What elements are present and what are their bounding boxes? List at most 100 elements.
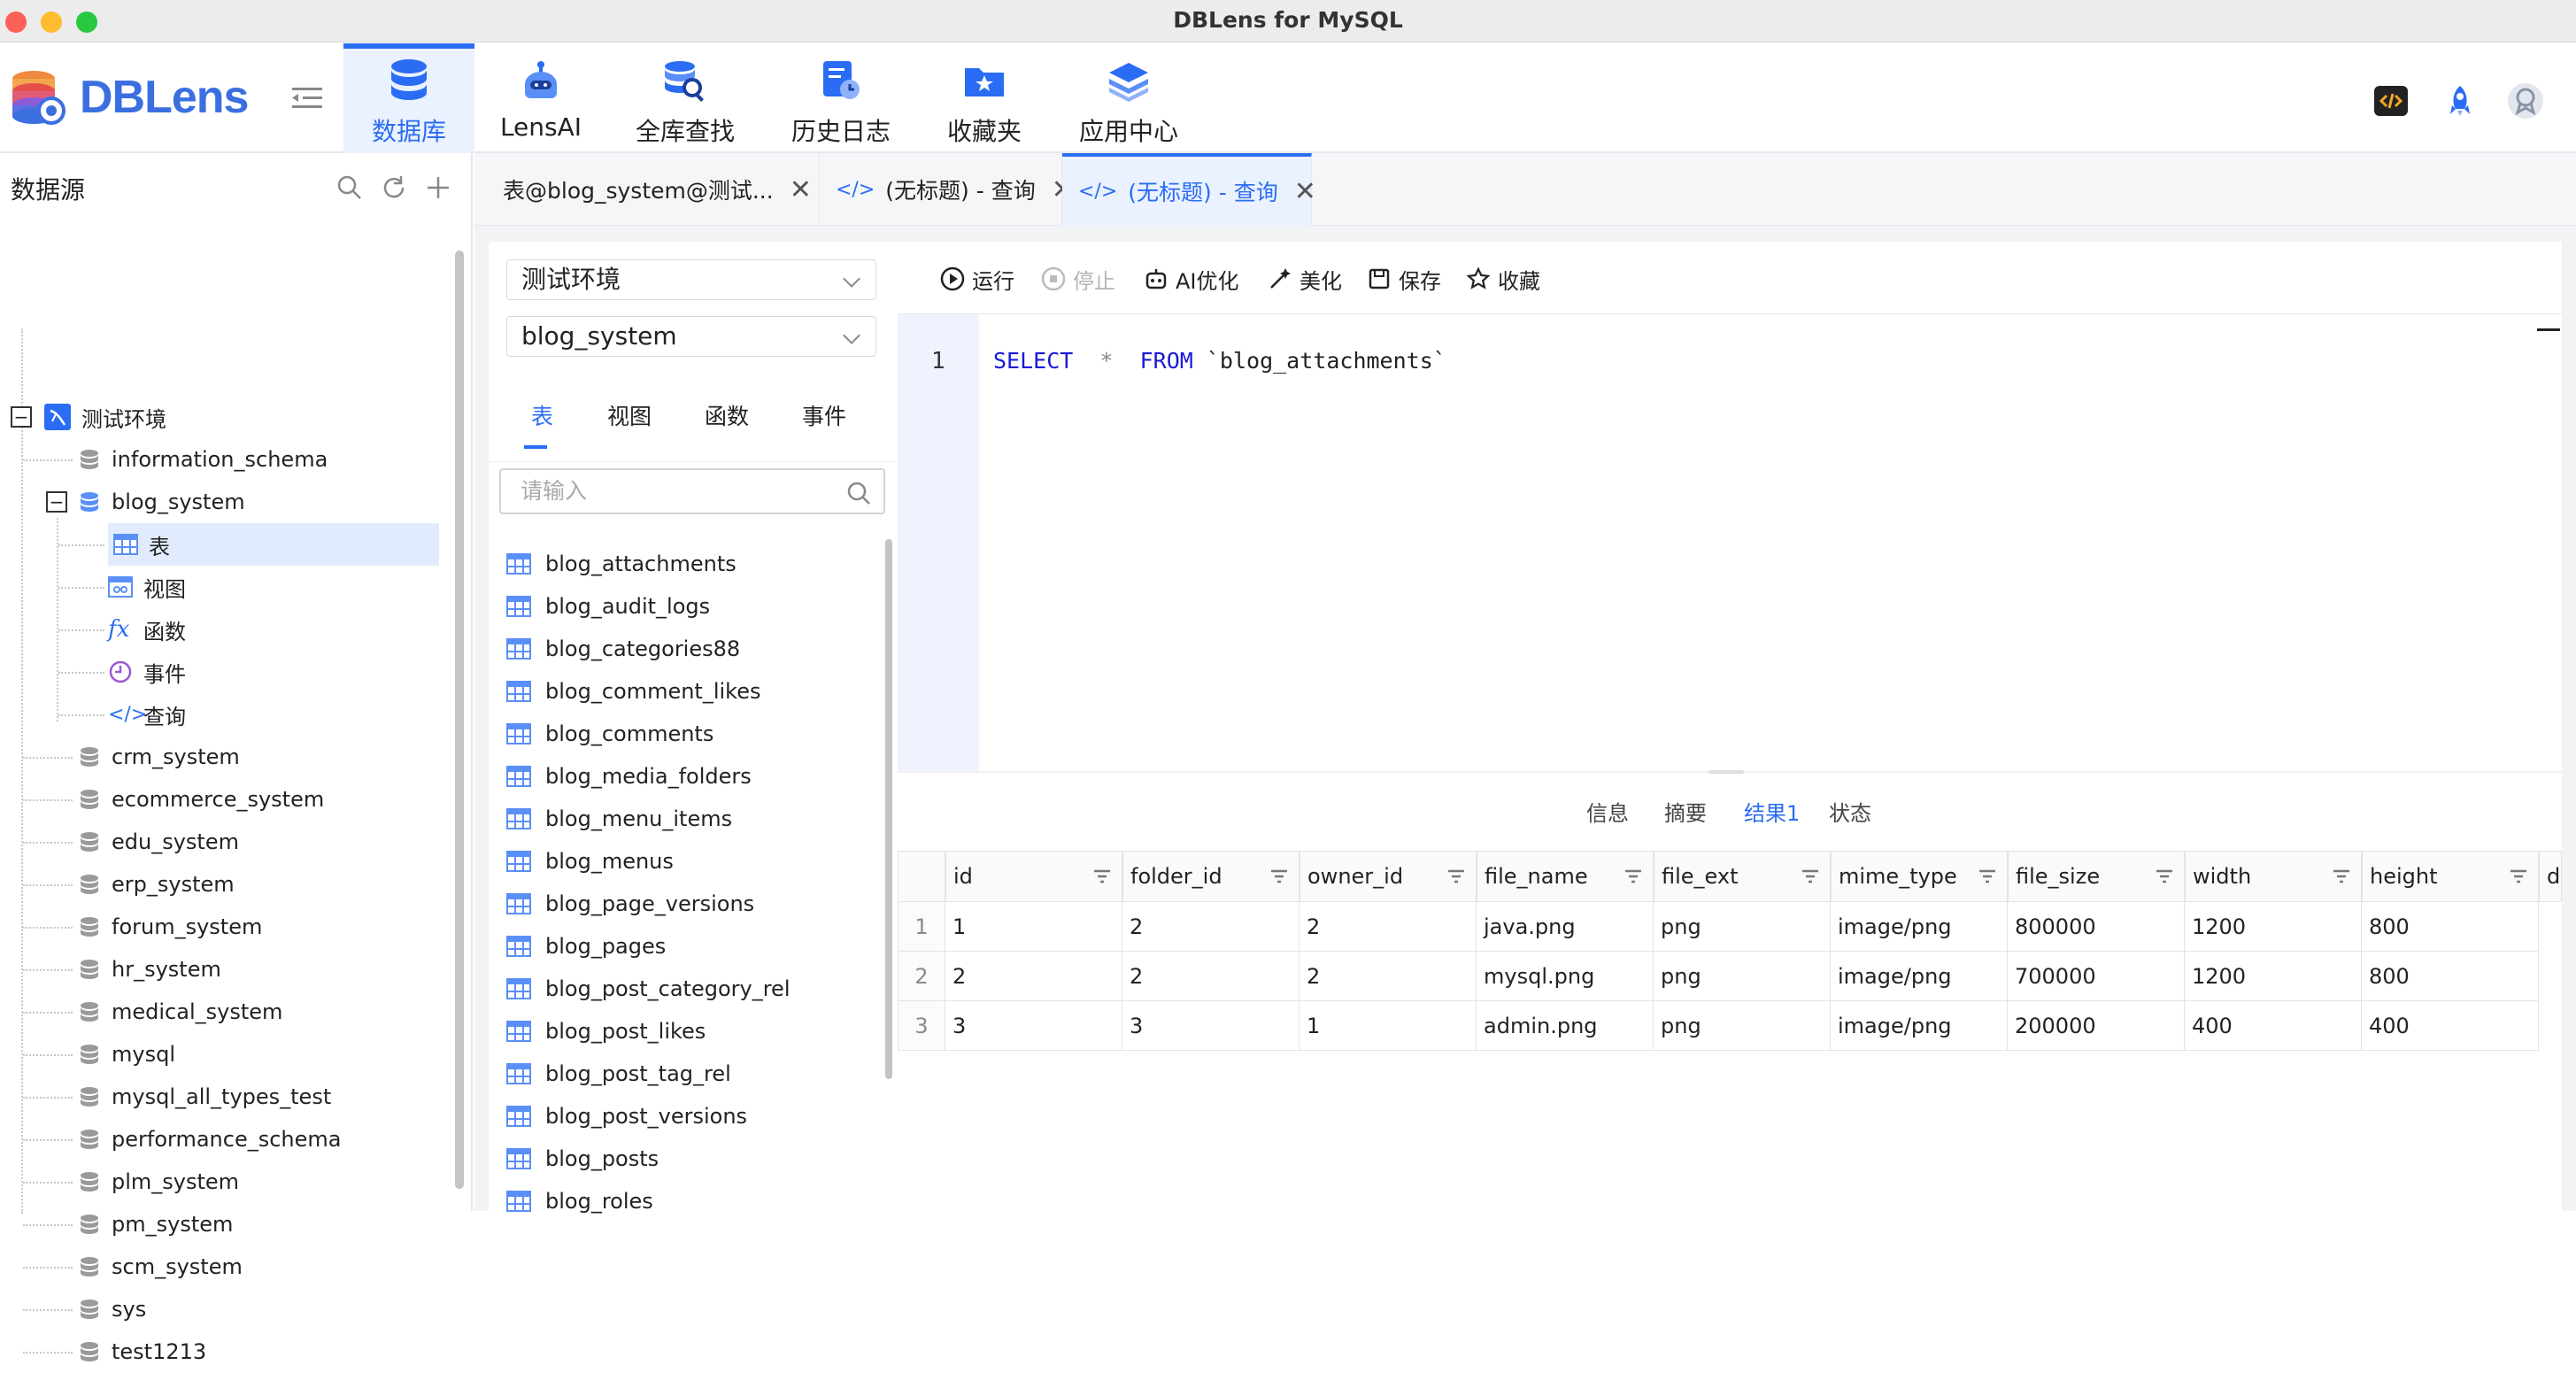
tree-node-database[interactable]: erp_system xyxy=(78,863,235,906)
close-tab-icon[interactable]: ✕ xyxy=(790,174,812,205)
grid-cell[interactable]: 800 xyxy=(2362,902,2539,952)
column-header[interactable]: height xyxy=(2362,851,2539,902)
tree-node-queries[interactable]: </> 查询 xyxy=(108,693,186,736)
tree-node-database-blog-system[interactable]: − blog_system xyxy=(46,481,245,523)
object-tab-functions[interactable]: 函数 xyxy=(705,399,749,431)
tree-node-database[interactable]: sys xyxy=(78,1288,146,1331)
grid-cell[interactable]: image/png xyxy=(1831,952,2008,1001)
table-list-item[interactable]: blog_post_versions xyxy=(506,1095,747,1138)
tree-node-database[interactable]: medical_system xyxy=(78,991,282,1033)
filter-icon[interactable] xyxy=(2154,866,2175,887)
table-list-item[interactable]: blog_page_versions xyxy=(506,883,754,925)
database-select[interactable]: blog_system xyxy=(506,316,876,357)
tree-node-database[interactable]: ecommerce_system xyxy=(78,778,324,821)
column-header[interactable]: file_ext xyxy=(1654,851,1831,902)
grid-cell[interactable]: 2 xyxy=(945,952,1122,1001)
grid-cell[interactable]: 3 xyxy=(1122,1001,1300,1051)
sidebar-scrollbar[interactable] xyxy=(455,251,464,1189)
filter-icon[interactable] xyxy=(1800,866,1821,887)
grid-cell[interactable]: admin.png xyxy=(1477,1001,1654,1051)
tab-untitled-query-2[interactable]: </> (无标题) - 查询 ✕ xyxy=(1062,153,1316,226)
table-list-item[interactable]: blog_attachments xyxy=(506,543,737,585)
table-list-item[interactable]: blog_media_folders xyxy=(506,755,752,798)
grid-cell[interactable]: 1200 xyxy=(2185,902,2362,952)
filter-icon[interactable] xyxy=(2331,866,2352,887)
tree-node-database[interactable]: forum_system xyxy=(78,906,262,948)
grid-cell[interactable]: png xyxy=(1654,952,1831,1001)
collapse-icon[interactable]: − xyxy=(46,491,67,513)
filter-icon[interactable] xyxy=(1446,866,1467,887)
splitter-handle[interactable] xyxy=(1708,770,1744,774)
table-list-item[interactable]: blog_categories88 xyxy=(506,628,740,670)
table-list-scrollbar[interactable] xyxy=(885,539,892,1079)
table-list-item[interactable]: blog_roles xyxy=(506,1180,653,1223)
result-tab-result1[interactable]: 结果1 xyxy=(1744,796,1800,827)
grid-cell[interactable]: 1 xyxy=(945,902,1122,952)
result-tab-summary[interactable]: 摘要 xyxy=(1664,796,1707,827)
environment-select[interactable]: 测试环境 xyxy=(506,259,876,300)
result-tab-info[interactable]: 信息 xyxy=(1586,796,1629,827)
sql-code-editor[interactable]: SELECT * FROM `blog_attachments` xyxy=(993,348,1446,374)
column-header[interactable]: owner_id xyxy=(1300,851,1477,902)
filter-icon[interactable] xyxy=(2508,866,2529,887)
object-tab-tables[interactable]: 表 xyxy=(531,399,553,431)
result-tab-status[interactable]: 状态 xyxy=(1829,796,1871,827)
rocket-icon[interactable] xyxy=(2445,84,2475,118)
collapse-icon[interactable]: − xyxy=(11,406,32,428)
tree-node-functions[interactable]: fx 函数 xyxy=(108,608,186,651)
tree-node-events[interactable]: 事件 xyxy=(108,651,186,693)
nav-history-log[interactable]: 历史日志 xyxy=(786,43,896,153)
tree-node-database[interactable]: edu_system xyxy=(78,821,239,863)
grid-cell[interactable]: 700000 xyxy=(2008,952,2185,1001)
table-list-item[interactable]: blog_menu_items xyxy=(506,798,732,840)
table-list-item[interactable]: blog_post_tag_rel xyxy=(506,1053,731,1095)
nav-lensai[interactable]: LensAI xyxy=(492,43,590,153)
column-header[interactable]: folder_id xyxy=(1122,851,1300,902)
grid-cell[interactable]: 400 xyxy=(2185,1001,2362,1051)
grid-cell[interactable]: 800000 xyxy=(2008,902,2185,952)
grid-cell[interactable]: 2 xyxy=(1300,952,1477,1001)
table-list-item[interactable]: blog_pages xyxy=(506,925,666,968)
grid-cell[interactable]: 800 xyxy=(2362,952,2539,1001)
table-list-item[interactable]: blog_menus xyxy=(506,840,674,883)
tree-node-database[interactable]: mysql_all_types_test xyxy=(78,1076,331,1118)
table-list-item[interactable]: blog_comment_likes xyxy=(506,670,761,713)
table-list-item[interactable]: blog_posts xyxy=(506,1138,659,1180)
filter-icon[interactable] xyxy=(1269,866,1290,887)
table-list-item[interactable]: blog_comments xyxy=(506,713,713,755)
nav-app-center[interactable]: 应用中心 xyxy=(1071,43,1186,153)
column-header[interactable]: file_size xyxy=(2008,851,2185,902)
object-tab-views[interactable]: 视图 xyxy=(607,399,652,431)
grid-cell[interactable]: 3 xyxy=(945,1001,1122,1051)
nav-global-search[interactable]: 全库查找 xyxy=(630,43,740,153)
grid-cell[interactable]: png xyxy=(1654,902,1831,952)
tree-node-database[interactable]: performance_schema xyxy=(78,1118,341,1161)
grid-cell[interactable]: 2 xyxy=(1300,902,1477,952)
filter-icon[interactable] xyxy=(1623,866,1644,887)
favorite-button[interactable]: 收藏 xyxy=(1466,263,1540,295)
grid-cell[interactable]: image/png xyxy=(1831,902,2008,952)
grid-cell[interactable]: 2 xyxy=(1122,902,1300,952)
close-tab-icon[interactable]: ✕ xyxy=(1294,176,1316,207)
column-header[interactable]: d xyxy=(2539,851,2562,902)
beautify-button[interactable]: 美化 xyxy=(1268,263,1342,295)
grid-cell[interactable]: 400 xyxy=(2362,1001,2539,1051)
object-tab-events[interactable]: 事件 xyxy=(802,399,846,431)
grid-cell[interactable]: 1200 xyxy=(2185,952,2362,1001)
tree-node-database[interactable]: mysql xyxy=(78,1033,175,1076)
tree-node-environment[interactable]: − 测试环境 xyxy=(11,396,166,438)
tree-node-views[interactable]: 视图 xyxy=(108,566,186,608)
nav-favorites[interactable]: 收藏夹 xyxy=(938,43,1030,153)
tree-node-database[interactable]: scm_system xyxy=(78,1246,243,1288)
table-list-item[interactable]: blog_post_category_rel xyxy=(506,968,791,1010)
grid-cell[interactable]: png xyxy=(1654,1001,1831,1051)
ai-optimize-button[interactable]: AI优化 xyxy=(1144,263,1239,295)
column-header[interactable]: mime_type xyxy=(1831,851,2008,902)
column-header[interactable]: id xyxy=(945,851,1122,902)
grid-cell[interactable]: 2 xyxy=(1122,952,1300,1001)
tree-node-database[interactable]: hr_system xyxy=(78,948,221,991)
collapse-menu-icon[interactable] xyxy=(292,86,322,111)
grid-cell[interactable]: image/png xyxy=(1831,1001,2008,1051)
code-editor-button[interactable] xyxy=(2374,86,2408,116)
grid-cell[interactable]: 200000 xyxy=(2008,1001,2185,1051)
